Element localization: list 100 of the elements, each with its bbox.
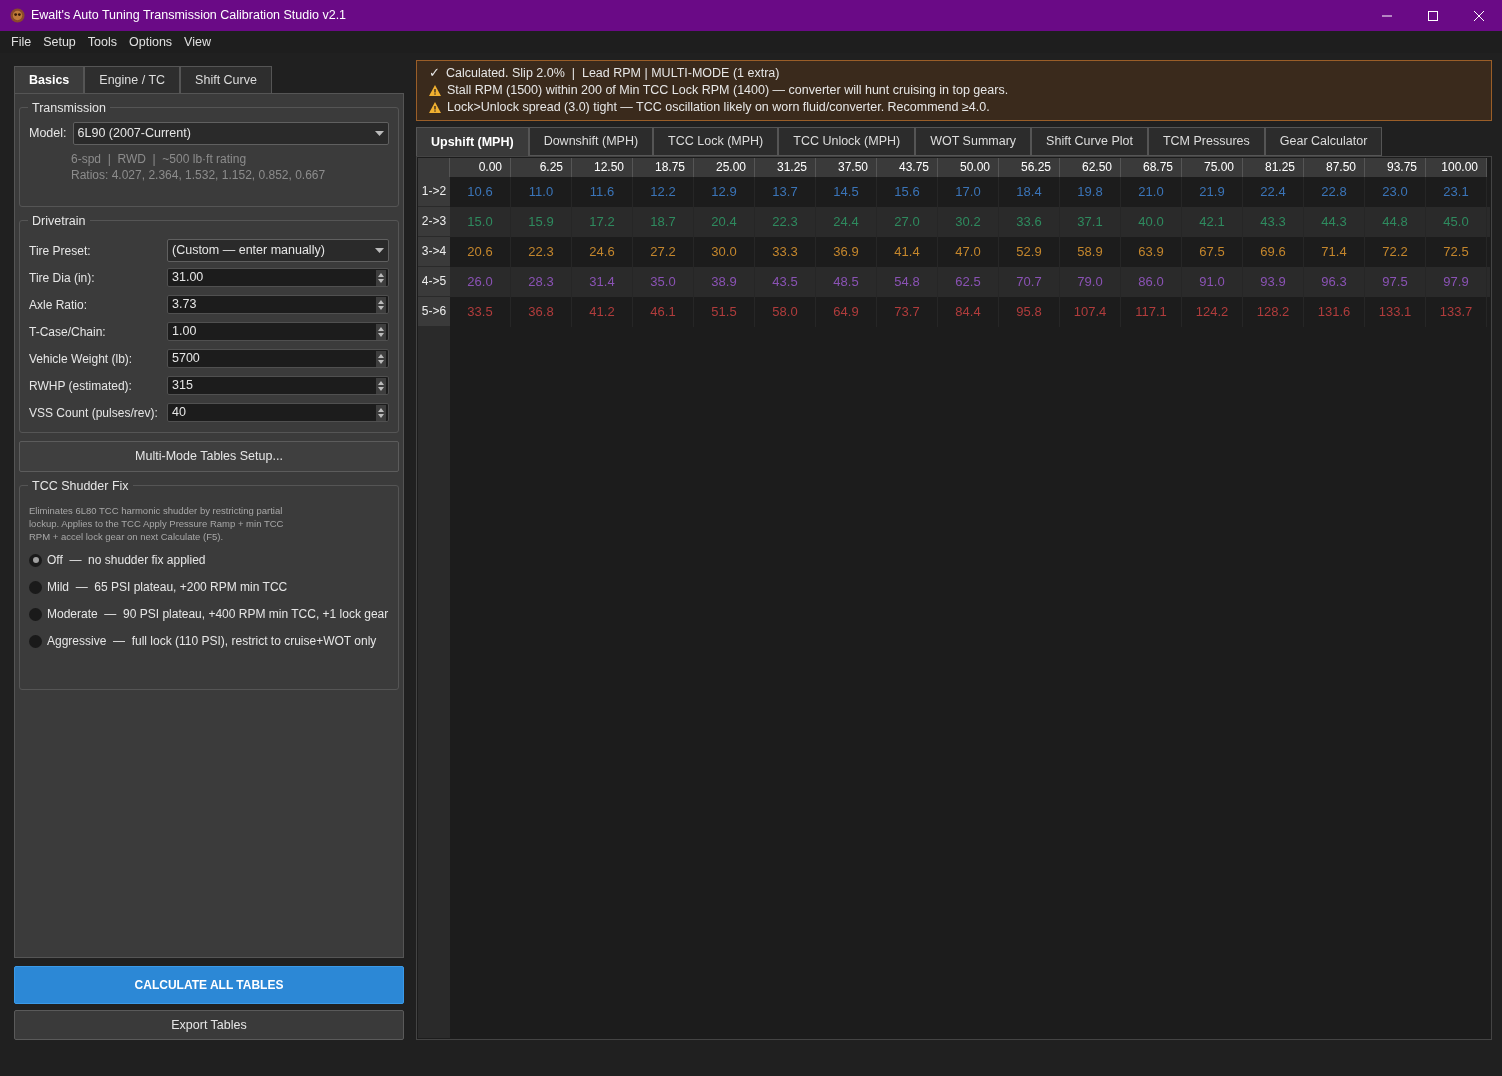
spin-field[interactable]: 3.73 [167, 295, 389, 314]
row-header: 4->5 [418, 267, 450, 297]
table-cell: 86.0 [1138, 274, 1164, 290]
tab[interactable]: TCC Unlock (MPH) [778, 127, 916, 156]
menu-item[interactable]: File [5, 32, 38, 52]
table-cell: 91.0 [1199, 274, 1225, 290]
radio-option[interactable]: Moderate — 90 PSI plateau, +400 RPM min TCC, +1 lock gear [29, 605, 389, 623]
field-label: Tire Dia (in): [29, 269, 96, 287]
tab[interactable]: WOT Summary [915, 127, 1032, 156]
table-cell: 20.4 [711, 214, 737, 230]
table-cell: 35.0 [650, 274, 676, 290]
menu-item[interactable]: Tools [81, 32, 123, 52]
table-cell: 117.1 [1135, 304, 1167, 320]
spin-field[interactable]: 40 [167, 403, 389, 422]
warning-icon [429, 102, 441, 113]
table-cell: 31.4 [589, 274, 615, 290]
status-message: Calculated. Slip 2.0% | Lead RPM | MULTI-MODE (1 extra) [446, 65, 780, 82]
table-cell: 70.7 [1016, 274, 1042, 290]
column-header: 37.50 [816, 158, 877, 177]
table-cell: 58.0 [772, 304, 798, 320]
radio-button[interactable] [29, 553, 42, 567]
tire-preset-dropdown[interactable]: (Custom — enter manually) [167, 239, 389, 262]
field-label: Vehicle Weight (lb): [29, 350, 134, 368]
menu-item[interactable]: Setup [37, 32, 82, 52]
column-header: 87.50 [1304, 158, 1365, 177]
radio-option[interactable]: Off — no shudder fix applied [29, 551, 206, 569]
menu-item[interactable]: Options [123, 32, 179, 52]
tab[interactable]: Shift Curve Plot [1031, 127, 1148, 156]
spin-arrows-icon [376, 350, 386, 367]
table-cell: 14.5 [833, 184, 859, 200]
export-button[interactable]: Export Tables [14, 1010, 404, 1040]
tab[interactable]: TCC Lock (MPH) [653, 127, 779, 156]
table-cell: 23.0 [1382, 184, 1408, 200]
table-cell: 40.0 [1138, 214, 1164, 230]
table-cell: 33.3 [772, 244, 798, 260]
table-cell: 28.3 [528, 274, 554, 290]
column-header: 75.00 [1182, 158, 1243, 177]
table-cell: 72.2 [1382, 244, 1408, 260]
table-cell: 124.2 [1195, 304, 1229, 320]
spin-field[interactable]: 31.00 [167, 268, 389, 287]
table-cell: 96.3 [1321, 274, 1347, 290]
table-cell: 67.5 [1199, 244, 1225, 260]
table-cell: 97.5 [1382, 274, 1408, 290]
tab[interactable]: Engine / TC [84, 66, 181, 93]
table-cell: 15.0 [467, 214, 493, 230]
table-cell: 21.9 [1199, 184, 1225, 200]
table-cell: 18.4 [1016, 184, 1042, 200]
table-cell: 17.0 [955, 184, 981, 200]
tab[interactable]: Upshift (MPH) [416, 127, 529, 156]
column-header: 68.75 [1121, 158, 1182, 177]
table-cell: 10.6 [467, 184, 493, 200]
table-cell: 30.2 [955, 214, 981, 230]
radio-button[interactable] [29, 580, 42, 594]
table-cell: 44.8 [1382, 214, 1408, 230]
table-cell: 26.0 [467, 274, 493, 290]
menu-item[interactable]: View [178, 32, 217, 52]
table-cell: 19.8 [1077, 184, 1103, 200]
table-cell: 128.2 [1256, 304, 1290, 320]
tab[interactable]: Shift Curve [180, 66, 272, 93]
column-header: 31.25 [755, 158, 816, 177]
table-cell: 33.6 [1016, 214, 1042, 230]
spin-arrows-icon [376, 377, 386, 394]
table-cell: 12.9 [711, 184, 737, 200]
column-header: 12.50 [572, 158, 633, 177]
model-dropdown[interactable]: 6L90 (2007-Current) [72, 122, 389, 145]
row-header: 2->3 [418, 207, 450, 237]
table-cell: 41.4 [894, 244, 920, 260]
radio-button[interactable] [29, 607, 42, 621]
spin-field[interactable]: 315 [167, 376, 389, 395]
spin-arrows-icon [376, 296, 386, 313]
status-message: Stall RPM (1500) within 200 of Min TCC Lock RPM (1400) — converter will hunt cruising in top gears. [447, 82, 1009, 99]
table-cell: 22.8 [1321, 184, 1347, 200]
field-label: VSS Count (pulses/rev): [29, 404, 159, 422]
maximize-icon [1428, 10, 1438, 21]
table-cell: 42.1 [1199, 214, 1225, 230]
radio-option[interactable]: Aggressive — full lock (110 PSI), restrict to cruise+WOT only [29, 632, 377, 650]
radio-option[interactable]: Mild — 65 PSI plateau, +200 RPM min TCC [29, 578, 288, 596]
table-cell: 21.0 [1138, 184, 1164, 200]
row-header: 1->2 [418, 177, 450, 207]
tab[interactable]: Basics [14, 66, 85, 93]
tab[interactable]: Gear Calculator [1264, 127, 1383, 156]
field-label: RWHP (estimated): [29, 377, 133, 395]
multi-mode-setup-button[interactable]: Multi-Mode Tables Setup... [19, 441, 399, 472]
tab[interactable]: Downshift (MPH) [528, 127, 654, 156]
spin-field[interactable]: 5700 [167, 349, 389, 368]
tab[interactable]: TCM Pressures [1147, 127, 1265, 156]
column-header: 81.25 [1243, 158, 1304, 177]
table-cell: 107.4 [1073, 304, 1107, 320]
table-cell: 71.4 [1321, 244, 1347, 260]
spin-arrows-icon [376, 404, 386, 421]
spin-field[interactable]: 1.00 [167, 322, 389, 341]
calculate-button[interactable]: CALCULATE ALL TABLES [14, 966, 404, 1004]
radio-button[interactable] [29, 634, 42, 648]
table-cell: 79.0 [1077, 274, 1103, 290]
dropdown-caret-icon [375, 248, 384, 253]
table-cell: 33.5 [467, 304, 493, 320]
table-cell: 38.9 [711, 274, 737, 290]
table-cell: 17.2 [589, 214, 615, 230]
spin-arrows-icon [376, 269, 386, 286]
table-cell: 131.6 [1317, 304, 1351, 320]
